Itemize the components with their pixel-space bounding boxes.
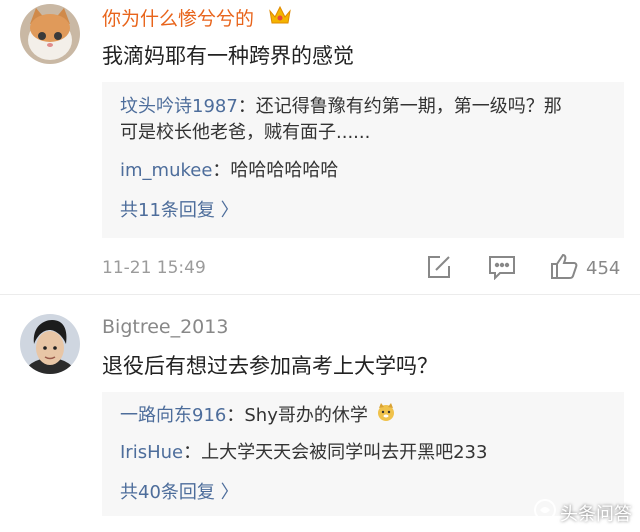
- reply-text: ：哈哈哈哈哈哈: [212, 160, 339, 181]
- reply-text: ：Shy哥办的休学: [226, 405, 368, 426]
- toutiao-logo-icon: [534, 499, 556, 526]
- comment-username[interactable]: Bigtree_2013: [102, 316, 228, 338]
- reply-text: ：还记得鲁豫有约第一期，第一级吗？那: [237, 96, 562, 117]
- reply-icon[interactable]: [488, 254, 516, 284]
- doge-emoji-icon: [376, 402, 396, 430]
- view-more-replies-link[interactable]: 共11条回复 〉: [120, 196, 239, 222]
- reply-username[interactable]: im_mukee: [120, 160, 212, 181]
- reply-username[interactable]: 一路向东916: [120, 405, 226, 426]
- view-more-replies-link[interactable]: 共40条回复 〉: [120, 478, 239, 504]
- comment-divider: [0, 294, 640, 295]
- reply-username[interactable]: 坟头吟诗1987: [120, 96, 238, 117]
- crown-badge-icon: [268, 4, 292, 30]
- reply-box[interactable]: 坟头吟诗1987：还记得鲁豫有约第一期，第一级吗？那 可是校长他老爸，贼有面子.…: [102, 82, 624, 238]
- avatar-user[interactable]: [20, 314, 80, 374]
- reply-text: ：上大学天天会被同学叫去开黑吧233: [183, 442, 488, 463]
- reply-item[interactable]: im_mukee：哈哈哈哈哈哈: [120, 158, 338, 184]
- like-count: 454: [586, 258, 621, 279]
- reply-item[interactable]: 坟头吟诗1987：还记得鲁豫有约第一期，第一级吗？那: [120, 94, 562, 120]
- reply-item-continued: 可是校长他老爸，贼有面子......: [120, 120, 370, 146]
- toutiao-watermark: 头条问答: [534, 499, 632, 526]
- comment-text: 我滴妈耶有一种跨界的感觉: [102, 44, 354, 68]
- reply-username[interactable]: IrisHue: [120, 442, 183, 463]
- comment-timestamp: 11-21 15:49: [102, 258, 206, 278]
- reply-box[interactable]: 一路向东916：Shy哥办的休学 IrisHue：上大学天天会被同学叫去开黑吧2…: [102, 392, 624, 516]
- share-icon[interactable]: [426, 254, 452, 284]
- comment-username[interactable]: 你为什么惨兮兮的: [102, 4, 254, 31]
- reply-text: 可是校长他老爸，贼有面子......: [120, 122, 371, 143]
- reply-item[interactable]: IrisHue：上大学天天会被同学叫去开黑吧233: [120, 440, 487, 466]
- like-icon[interactable]: [550, 252, 578, 284]
- avatar-cat[interactable]: [20, 4, 80, 64]
- reply-item[interactable]: 一路向东916：Shy哥办的休学: [120, 402, 396, 430]
- comment-text: 退役后有想过去参加高考上大学吗？: [102, 354, 438, 378]
- watermark-text: 头条问答: [560, 503, 632, 525]
